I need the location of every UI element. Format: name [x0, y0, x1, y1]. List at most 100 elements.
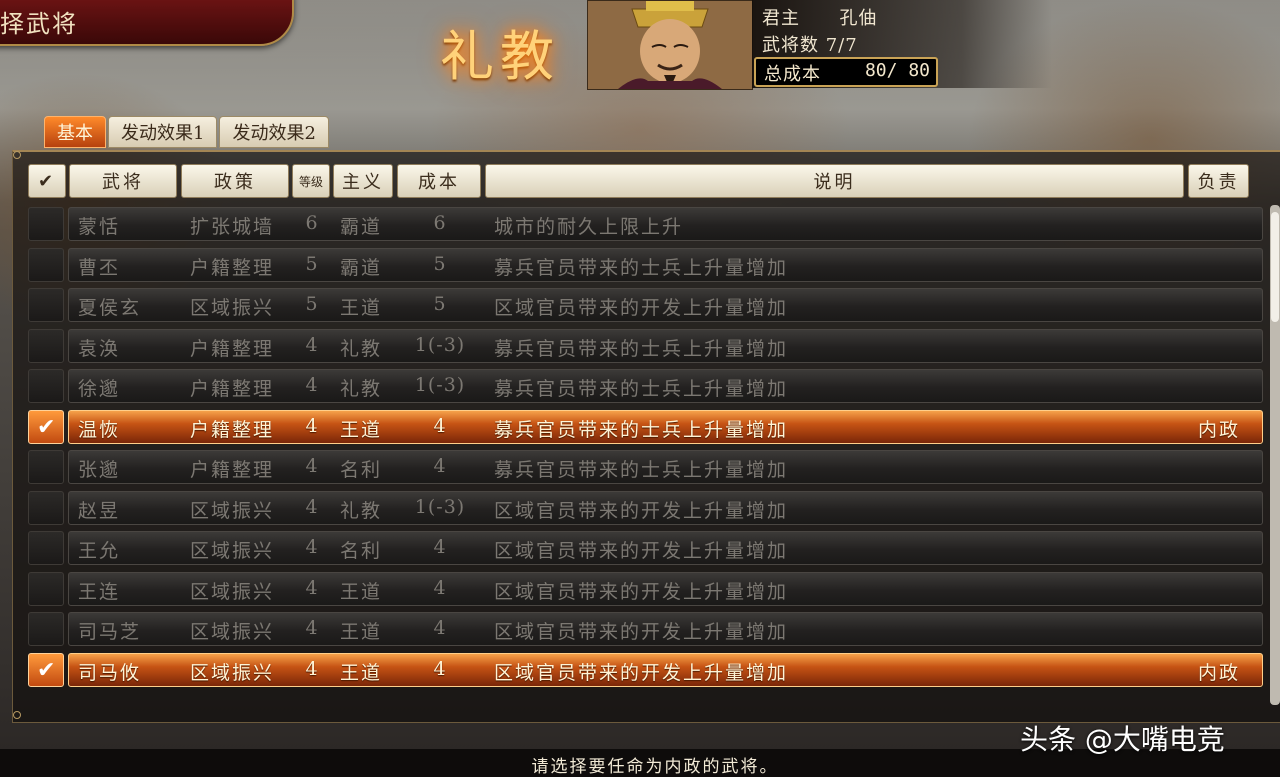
officer-row[interactable]: ✔ 司马攸 区域振兴 4 王道 4 区域官员带来的开发上升量增加 内政 [28, 652, 1264, 687]
cell-cost: 1(-3) [414, 333, 466, 356]
officer-row[interactable]: 曹丕 户籍整理 5 霸道 5 募兵官员带来的士兵上升量增加 [28, 247, 1264, 282]
cell-policy: 户籍整理 [190, 378, 275, 400]
cell-policy: 区域振兴 [190, 621, 275, 643]
cell-ideology: 霸道 [340, 216, 383, 238]
officer-row[interactable]: 司马芝 区域振兴 4 王道 4 区域官员带来的开发上升量增加 [28, 612, 1264, 646]
cell-ideology: 礼教 [340, 499, 383, 522]
cell-ideology: 霸道 [340, 256, 383, 279]
cell-cost: 4 [433, 455, 447, 477]
row-checkbox[interactable] [28, 369, 64, 403]
cell-level: 4 [305, 455, 319, 477]
cell-description: 募兵官员带来的士兵上升量增加 [494, 337, 789, 360]
header-ideology[interactable]: 主义 [333, 164, 393, 198]
scrollbar-thumb[interactable] [1271, 212, 1279, 322]
cell-ideology: 王道 [340, 297, 383, 319]
tab-basic[interactable]: 基本 [44, 116, 106, 148]
watermark: 头条 @大嘴电竞 [1020, 723, 1225, 756]
cell-description: 区域官员带来的开发上升量增加 [494, 580, 789, 603]
officer-row[interactable]: 夏侯玄 区域振兴 5 王道 5 区域官员带来的开发上升量增加 [28, 288, 1264, 322]
cell-policy: 户籍整理 [190, 337, 275, 360]
ruler-label: 君主 [762, 8, 800, 29]
cell-ideology: 王道 [340, 418, 383, 441]
cell-policy: 区域振兴 [190, 297, 275, 319]
officer-row[interactable]: ✔ 温恢 户籍整理 4 王道 4 募兵官员带来的士兵上升量增加 内政 [28, 409, 1264, 444]
row-checkbox[interactable] [28, 531, 64, 565]
cell-level: 4 [305, 536, 319, 558]
row-checkbox[interactable] [28, 490, 64, 525]
header-check[interactable]: ✔ [28, 164, 66, 198]
row-checkbox[interactable]: ✔ [28, 652, 64, 687]
panel-corner-ornament [13, 711, 21, 719]
officer-count: 7/7 [825, 35, 858, 56]
cell-level: 5 [305, 293, 319, 315]
cell-description: 募兵官员带来的士兵上升量增加 [494, 459, 789, 481]
row-checkbox[interactable] [28, 450, 64, 484]
cell-officer: 王连 [78, 580, 121, 603]
cell-policy: 区域振兴 [190, 499, 275, 522]
cell-officer: 曹丕 [78, 256, 121, 279]
officer-row[interactable]: 赵昱 区域振兴 4 礼教 1(-3) 区域官员带来的开发上升量增加 [28, 490, 1264, 525]
cell-responsible: 内政 [1198, 418, 1241, 441]
cell-cost: 4 [433, 536, 447, 558]
ruler-name: 孔伷 [839, 8, 878, 29]
cell-level: 4 [305, 495, 319, 518]
cell-level: 4 [305, 576, 319, 599]
header-officer[interactable]: 武将 [69, 164, 177, 198]
cell-level: 4 [305, 657, 319, 680]
cell-cost: 6 [433, 212, 447, 234]
officer-count-label: 武将数 [762, 35, 819, 56]
cell-level: 4 [305, 374, 319, 396]
cell-description: 城市的耐久上限上升 [494, 216, 684, 238]
ruler-portrait-image [588, 1, 752, 89]
row-checkbox[interactable] [28, 328, 64, 363]
cell-cost: 4 [433, 414, 447, 437]
header-description[interactable]: 说明 [485, 164, 1184, 198]
cell-officer: 张邈 [78, 459, 121, 481]
cell-policy: 户籍整理 [190, 459, 275, 481]
cell-description: 区域官员带来的开发上升量增加 [494, 540, 789, 562]
cell-description: 区域官员带来的开发上升量增加 [494, 499, 789, 522]
cell-ideology: 王道 [340, 580, 383, 603]
row-checkbox[interactable] [28, 288, 64, 322]
cell-responsible: 内政 [1198, 661, 1241, 684]
cell-level: 4 [305, 617, 319, 639]
cell-cost: 1(-3) [414, 374, 466, 396]
cell-level: 6 [305, 212, 319, 234]
cell-description: 募兵官员带来的士兵上升量增加 [494, 418, 789, 441]
cell-officer: 司马攸 [78, 661, 142, 684]
tab-effect-1[interactable]: 发动效果1 [108, 116, 218, 148]
officer-row[interactable]: 蒙恬 扩张城墙 6 霸道 6 城市的耐久上限上升 [28, 207, 1264, 241]
header-level[interactable]: 等级 [292, 164, 330, 198]
cell-cost: 4 [433, 617, 447, 639]
cell-ideology: 王道 [340, 661, 383, 684]
row-checkbox[interactable] [28, 571, 64, 606]
cell-policy: 区域振兴 [190, 580, 275, 603]
header-responsible[interactable]: 负责 [1188, 164, 1249, 198]
cell-level: 4 [305, 333, 319, 356]
row-checkbox[interactable] [28, 207, 64, 241]
checkmark-icon: ✔ [37, 414, 56, 440]
cell-cost: 4 [433, 657, 447, 680]
tab-effect-2[interactable]: 发动效果2 [219, 116, 329, 148]
cell-description: 募兵官员带来的士兵上升量增加 [494, 256, 789, 279]
officer-row[interactable]: 袁涣 户籍整理 4 礼教 1(-3) 募兵官员带来的士兵上升量增加 [28, 328, 1264, 363]
cell-officer: 温恢 [78, 418, 121, 441]
total-cost-box: 总成本 80/ 80 [754, 57, 938, 87]
cell-officer: 徐邈 [78, 378, 121, 400]
checkmark-icon: ✔ [37, 657, 56, 683]
cell-ideology: 名利 [340, 540, 383, 562]
row-checkbox[interactable]: ✔ [28, 409, 64, 444]
panel-corner-ornament [13, 151, 21, 159]
header-cost[interactable]: 成本 [397, 164, 481, 198]
officer-row[interactable]: 张邈 户籍整理 4 名利 4 募兵官员带来的士兵上升量增加 [28, 450, 1264, 484]
row-checkbox[interactable] [28, 612, 64, 646]
cell-description: 区域官员带来的开发上升量增加 [494, 297, 789, 319]
officer-row[interactable]: 王连 区域振兴 4 王道 4 区域官员带来的开发上升量增加 [28, 571, 1264, 606]
cell-description: 募兵官员带来的士兵上升量增加 [494, 378, 789, 400]
officer-row[interactable]: 王允 区域振兴 4 名利 4 区域官员带来的开发上升量增加 [28, 531, 1264, 565]
header-policy[interactable]: 政策 [181, 164, 289, 198]
officer-row[interactable]: 徐邈 户籍整理 4 礼教 1(-3) 募兵官员带来的士兵上升量增加 [28, 369, 1264, 403]
row-checkbox[interactable] [28, 247, 64, 282]
ruler-portrait [587, 0, 753, 90]
cell-officer: 王允 [78, 540, 121, 562]
